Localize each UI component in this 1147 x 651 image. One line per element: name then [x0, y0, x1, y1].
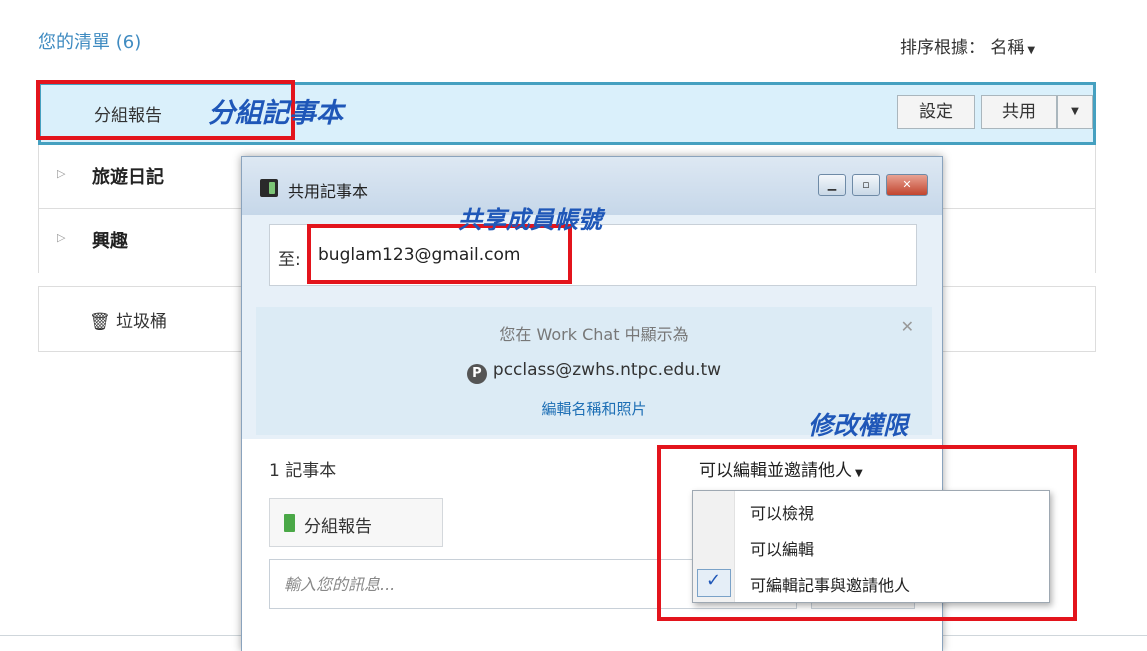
stack-name: 興趣 — [92, 231, 128, 252]
caret-down-icon: ▼ — [1071, 106, 1079, 117]
share-button[interactable]: 共用 — [981, 95, 1057, 129]
workchat-account: Ppcclass@zwhs.ntpc.edu.tw — [256, 360, 932, 384]
annotation-member: 共享成員帳號 — [458, 205, 602, 234]
sort-label: 排序根據： — [900, 38, 985, 58]
list-title[interactable]: 您的清單 (6) — [38, 28, 141, 54]
p-avatar-icon: P — [466, 364, 487, 384]
shared-notebook-chip[interactable]: 分組報告 — [269, 498, 443, 547]
trash-icon: 🗑 — [89, 312, 111, 332]
settings-button[interactable]: 設定 — [897, 95, 975, 129]
share-options-button[interactable]: ▼ — [1057, 95, 1093, 129]
annotation-notebook: 分組記事本 — [208, 98, 343, 129]
close-icon[interactable]: ✕ — [901, 317, 914, 336]
chip-label: 分組報告 — [304, 517, 372, 537]
notebook-count: 1 記事本 — [269, 461, 337, 481]
sort-dropdown[interactable]: 排序根據： 名稱 ▼ — [900, 33, 1035, 58]
dialog-title: 共用記事本 — [288, 182, 369, 201]
trash-label: 🗑 垃圾桶 — [89, 312, 167, 332]
annotation-box-permission — [657, 445, 1077, 621]
window-controls: ▁ ▫ ✕ — [812, 174, 928, 196]
notebook-icon — [260, 179, 278, 197]
maximize-button[interactable]: ▫ — [852, 174, 880, 196]
annotation-permission: 修改權限 — [808, 411, 909, 440]
expand-triangle-icon[interactable]: ▷ — [57, 231, 65, 244]
workchat-intro: 您在 Work Chat 中顯示為 — [499, 325, 689, 344]
stack-name: 旅遊日記 — [92, 167, 164, 188]
caret-down-icon: ▼ — [1027, 45, 1036, 56]
sort-value: 名稱 — [990, 38, 1025, 58]
notebook-icon — [284, 514, 295, 532]
recipient-label: 至: — [278, 250, 301, 270]
close-button[interactable]: ✕ — [886, 174, 928, 196]
minimize-button[interactable]: ▁ — [818, 174, 846, 196]
expand-triangle-icon[interactable]: ▷ — [57, 167, 65, 180]
